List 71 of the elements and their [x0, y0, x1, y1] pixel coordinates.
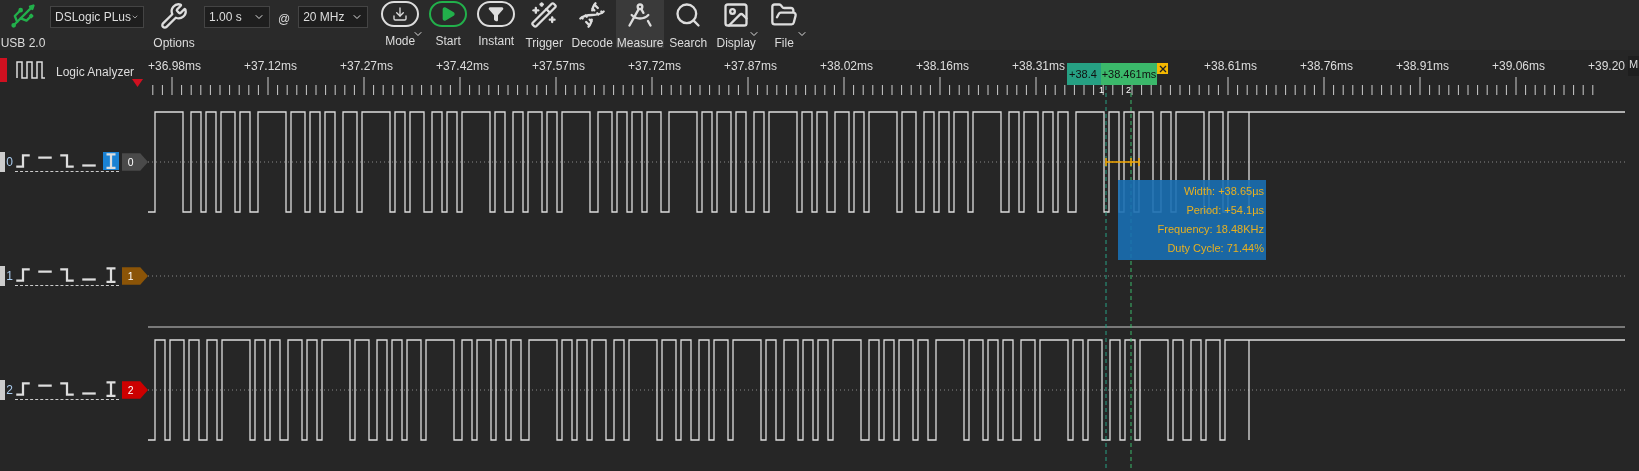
measurement-text: Frequency: 18.48KHz [1157, 222, 1264, 238]
toolbar-button[interactable]: Measure [616, 0, 665, 48]
cursor-index: 2 [1126, 86, 1131, 95]
time-label: +38.31ms [1012, 59, 1066, 73]
compass-icon [626, 1, 655, 29]
measurement-text: Duty Cycle: 71.44% [1167, 241, 1264, 257]
time-label: +38.16ms [916, 59, 970, 73]
trigger-icon[interactable] [14, 380, 31, 398]
analyzer-marker [0, 58, 7, 82]
search-icon [674, 1, 703, 29]
trigger-icon[interactable] [58, 266, 75, 284]
time-label: +38.61ms [1204, 59, 1258, 73]
trigger-icon[interactable] [58, 152, 75, 170]
filter-icon [477, 1, 516, 27]
time-label: +37.87ms [724, 59, 778, 73]
toolbar-button[interactable]: Search [664, 0, 713, 48]
time-label: +37.12ms [244, 59, 298, 73]
usb-label: USB 2.0 [0, 35, 46, 52]
download-icon [381, 1, 420, 27]
waveform-icon [16, 60, 46, 80]
time-label: +37.72ms [628, 59, 682, 73]
trigger-marker-icon [132, 79, 143, 87]
duration-select[interactable]: 1.00 s [204, 6, 270, 28]
toolbar-button[interactable]: Trigger [520, 0, 569, 48]
options-button[interactable]: Options [150, 0, 198, 52]
measurement-text: Period: +54.1µs [1186, 203, 1264, 219]
trigger-icon[interactable] [14, 266, 31, 284]
channel-handle[interactable] [0, 380, 6, 400]
toolbar-button[interactable]: Display [712, 0, 761, 48]
side-tab[interactable]: M [1628, 56, 1639, 76]
rate-select[interactable]: 20 MHz [298, 6, 369, 28]
time-label: +37.57ms [532, 59, 586, 73]
cursor-badge[interactable]: +38.4 [1067, 63, 1101, 85]
cursor-index: 1 [1099, 86, 1104, 95]
time-label: +39.06ms [1492, 59, 1546, 73]
measure-arrow [1104, 157, 1142, 167]
wrench-icon [160, 2, 188, 30]
channel-badge[interactable]: 2 [121, 380, 148, 400]
toolbar-button[interactable]: Start [424, 0, 473, 48]
trigger-icon[interactable] [14, 152, 31, 170]
channel-badge[interactable]: 1 [121, 266, 148, 286]
close-icon[interactable] [1157, 63, 1168, 74]
time-label: +37.27ms [340, 59, 394, 73]
at-label: @ [278, 11, 291, 28]
usb-icon [9, 2, 37, 30]
channel-handle[interactable] [0, 266, 6, 286]
time-label: +39.20 [1588, 59, 1626, 73]
time-label: +37.42ms [436, 59, 490, 73]
cursor-badge[interactable]: +38.461ms [1101, 63, 1157, 85]
toolbar-button[interactable]: Mode [376, 0, 425, 48]
channel-index: 0 [5, 154, 14, 171]
channel-index: 2 [5, 382, 14, 399]
time-label: +38.91ms [1396, 59, 1450, 73]
play-icon [429, 1, 468, 27]
channel-badge[interactable]: 0 [121, 152, 148, 172]
channel-handle[interactable] [0, 152, 6, 172]
device-select[interactable]: DSLogic PLus [50, 6, 144, 28]
time-label: +38.02ms [820, 59, 874, 73]
dna-icon [578, 1, 607, 29]
channel-index: 1 [5, 268, 14, 285]
time-label: +36.98ms [148, 59, 202, 73]
image-icon [722, 1, 751, 29]
toolbar-button[interactable]: File [760, 0, 809, 48]
time-label: +38.76ms [1300, 59, 1354, 73]
measurement-text: Width: +38.65µs [1183, 184, 1264, 200]
toolbar-button[interactable]: Decode [568, 0, 617, 48]
trigger-icon[interactable] [102, 152, 119, 170]
toolbar-button[interactable]: Instant [472, 0, 521, 48]
trigger-icon[interactable] [58, 380, 75, 398]
analyzer-title: Logic Analyzer [56, 64, 135, 81]
wand-icon [530, 1, 559, 29]
